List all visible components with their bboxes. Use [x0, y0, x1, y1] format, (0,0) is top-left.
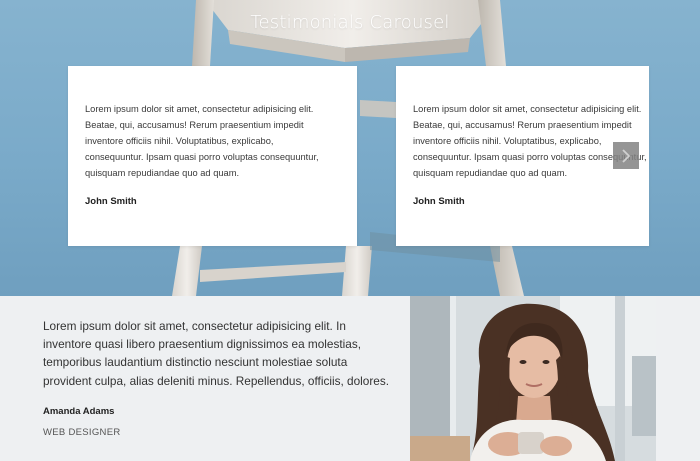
- carousel-next-button[interactable]: [613, 142, 639, 169]
- testimonials-hero: Testimonials Carousel Lorem ipsum dolor …: [0, 0, 700, 296]
- portrait-image: [410, 296, 656, 461]
- testimonial-author: John Smith: [85, 196, 137, 207]
- chevron-right-icon: [622, 148, 631, 163]
- testimonial-author: John Smith: [413, 196, 465, 207]
- featured-testimonial: Lorem ipsum dolor sit amet, consectetur …: [0, 296, 700, 461]
- testimonial-card: Lorem ipsum dolor sit amet, consectetur …: [68, 66, 357, 246]
- portrait-illustration: [410, 296, 656, 461]
- testimonial-text: Lorem ipsum dolor sit amet, consectetur …: [85, 104, 319, 178]
- featured-role: WEB DESIGNER: [43, 427, 121, 438]
- testimonial-card: Lorem ipsum dolor sit amet, consectetur …: [396, 66, 649, 246]
- testimonials-carousel[interactable]: Lorem ipsum dolor sit amet, consectetur …: [0, 0, 700, 296]
- testimonial-text: Lorem ipsum dolor sit amet, consectetur …: [413, 104, 647, 178]
- featured-quote: Lorem ipsum dolor sit amet, consectetur …: [43, 319, 390, 388]
- featured-name: Amanda Adams: [43, 406, 115, 417]
